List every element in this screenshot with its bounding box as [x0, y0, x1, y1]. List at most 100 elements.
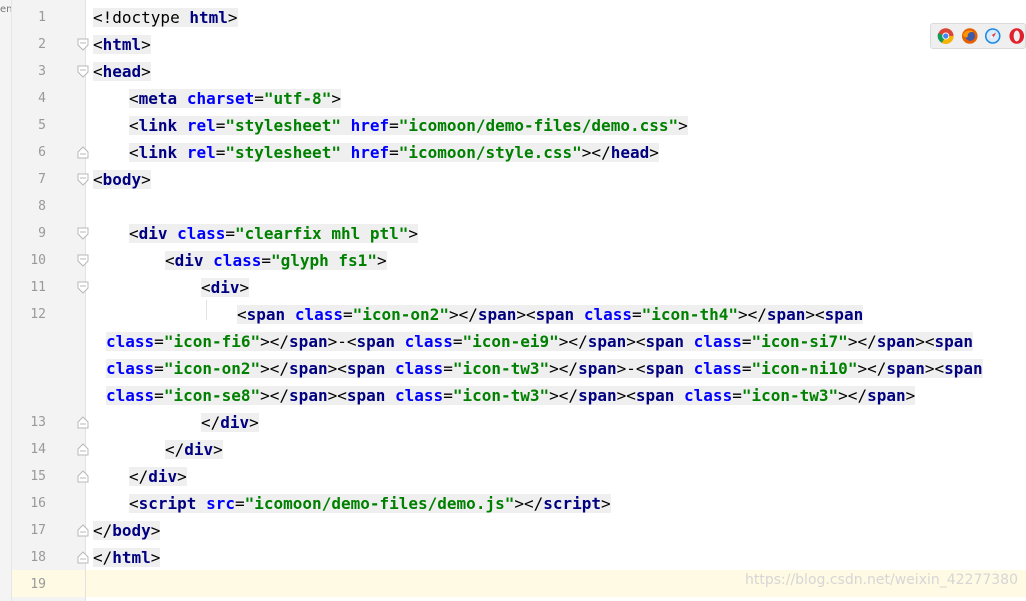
code-line[interactable]: <meta charset="utf-8">	[129, 85, 341, 112]
code-line[interactable]: <html>	[93, 31, 151, 58]
code-token: href	[350, 143, 390, 162]
code-line[interactable]: <div class="clearfix mhl ptl">	[129, 220, 419, 247]
line-number: 9	[38, 226, 46, 241]
fold-open-icon[interactable]	[77, 281, 89, 294]
code-token: ><	[516, 305, 536, 324]
code-token: <	[129, 116, 139, 135]
fold-open-icon[interactable]	[77, 227, 89, 240]
code-token: ></	[260, 332, 290, 351]
code-line[interactable]: <body>	[93, 166, 151, 193]
line-number: 14	[30, 442, 46, 457]
code-token: div	[220, 413, 250, 432]
fold-open-icon[interactable]	[77, 254, 89, 267]
firefox-icon[interactable]	[961, 27, 979, 45]
code-token: ></	[260, 359, 290, 378]
code-line[interactable]: <div>	[201, 274, 250, 301]
code-token: body	[102, 170, 142, 189]
indent-guide	[206, 300, 207, 320]
code-token: "icon-tw3"	[452, 386, 550, 405]
code-line[interactable]: <link rel="stylesheet" href="icomoon/dem…	[129, 112, 688, 139]
code-token: html	[102, 35, 142, 54]
fold-close-icon[interactable]	[77, 551, 89, 564]
code-token: <	[129, 224, 139, 243]
fold-close-icon[interactable]	[77, 443, 89, 456]
code-line[interactable]: <link rel="stylesheet" href="icomoon/sty…	[129, 139, 659, 166]
code-token: rel	[186, 116, 216, 135]
code-token: class	[684, 386, 733, 405]
code-token: >	[376, 251, 387, 270]
code-token: span	[246, 305, 295, 324]
code-line[interactable]: </div>	[201, 409, 259, 436]
code-token: span	[867, 386, 906, 405]
code-token: script	[138, 494, 207, 513]
code-line[interactable]: <span class="icon-on2"></span><span clas…	[237, 301, 864, 328]
left-edge-text: en	[0, 4, 12, 15]
code-token: ><	[327, 386, 347, 405]
code-token: "utf-8"	[263, 89, 332, 108]
code-line[interactable]: <!doctype html>	[93, 4, 238, 31]
fold-close-icon[interactable]	[77, 470, 89, 483]
code-token: head	[102, 62, 142, 81]
code-line[interactable]: <script src="icomoon/demo-files/demo.js"…	[129, 490, 611, 517]
code-token: =	[254, 89, 264, 108]
code-line[interactable]: </html>	[93, 544, 161, 571]
code-token: >	[601, 494, 611, 513]
code-token: class	[395, 359, 444, 378]
code-token: </	[201, 413, 221, 432]
code-token: div	[210, 278, 240, 297]
code-token: link	[138, 143, 187, 162]
code-token: ><	[805, 305, 825, 324]
code-line[interactable]: class="icon-on2"></span><span class="ico…	[106, 355, 983, 382]
code-token: >	[141, 170, 151, 189]
code-token: =	[234, 494, 245, 513]
code-token: ></	[549, 386, 579, 405]
code-line[interactable]: class="icon-fi6"></span>-<span class="ic…	[106, 328, 974, 355]
code-token: =	[443, 386, 453, 405]
code-token: </	[93, 521, 113, 540]
code-token: "clearfix mhl ptl"	[234, 224, 409, 243]
code-token: span	[535, 305, 584, 324]
code-token: =	[389, 116, 399, 135]
code-token: "icomoon/demo-files/demo.js"	[244, 494, 515, 513]
code-token: class	[395, 386, 444, 405]
code-token: =	[154, 386, 164, 405]
code-line[interactable]: </div>	[129, 463, 187, 490]
code-line[interactable]: </body>	[93, 517, 161, 544]
code-token: class	[106, 332, 155, 351]
chrome-icon[interactable]	[937, 27, 955, 45]
fold-open-icon[interactable]	[77, 38, 89, 51]
code-token: >	[150, 521, 161, 540]
code-token: class	[693, 359, 742, 378]
code-line[interactable]: class="icon-se8"></span><span class="ico…	[106, 382, 916, 409]
code-token: div	[184, 440, 214, 459]
code-token: =	[632, 305, 642, 324]
code-token: "icon-ni10"	[751, 359, 858, 378]
fold-open-icon[interactable]	[77, 173, 89, 186]
code-token: ></	[558, 332, 588, 351]
code-token: src	[206, 494, 235, 513]
safari-icon[interactable]	[984, 27, 1002, 45]
fold-close-icon[interactable]	[77, 416, 89, 429]
code-token: span	[477, 305, 517, 324]
code-token: ><	[924, 359, 945, 378]
code-token: class	[404, 332, 453, 351]
code-token: div	[148, 467, 178, 486]
code-token: >	[150, 548, 161, 567]
code-token: "stylesheet"	[225, 143, 351, 162]
fold-close-icon[interactable]	[77, 524, 89, 537]
code-token: =	[215, 143, 226, 162]
code-token: ></	[581, 143, 611, 162]
code-token: "icon-si7"	[751, 332, 848, 351]
fold-open-icon[interactable]	[77, 65, 89, 78]
code-token: "glyph fs1"	[270, 251, 377, 270]
code-token: "icon-se8"	[163, 386, 261, 405]
code-line[interactable]: <head>	[93, 58, 151, 85]
line-number: 15	[30, 469, 46, 484]
fold-close-icon[interactable]	[77, 146, 89, 159]
opera-icon[interactable]	[1008, 27, 1026, 45]
code-line[interactable]: </div>	[165, 436, 223, 463]
code-token: =	[154, 332, 164, 351]
code-token: class	[583, 305, 632, 324]
code-line[interactable]: <div class="glyph fs1">	[165, 247, 387, 274]
code-token: div	[138, 224, 178, 243]
